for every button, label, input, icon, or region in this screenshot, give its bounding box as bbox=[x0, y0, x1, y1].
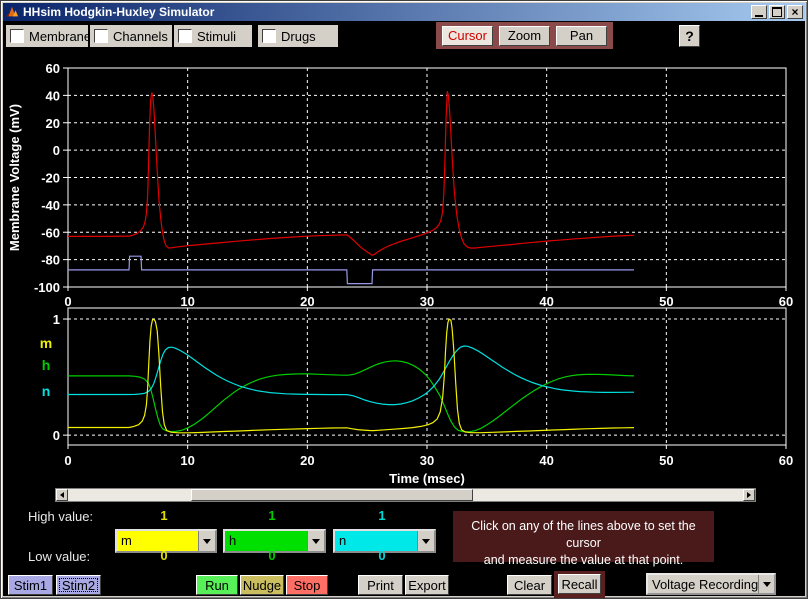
cursor-help-line2: and measure the value at that point. bbox=[453, 552, 714, 569]
app-icon[interactable] bbox=[5, 5, 19, 19]
scroll-left-button[interactable] bbox=[56, 489, 68, 501]
print-button[interactable]: Print bbox=[358, 575, 403, 595]
channels-checkbox[interactable] bbox=[94, 29, 108, 43]
time-scrollbar[interactable] bbox=[55, 488, 756, 502]
trace1-high-value: 1 bbox=[115, 508, 213, 523]
stop-button[interactable]: Stop bbox=[286, 575, 328, 595]
scroll-right-button[interactable] bbox=[743, 489, 755, 501]
low-value-label: Low value: bbox=[28, 549, 90, 564]
maximize-button[interactable] bbox=[769, 5, 785, 19]
left-arrow-icon bbox=[57, 492, 64, 498]
stimuli-toggle[interactable]: Stimuli bbox=[174, 25, 252, 47]
chevron-down-icon bbox=[422, 539, 430, 548]
recall-button[interactable]: Recall bbox=[558, 574, 601, 594]
minimize-icon bbox=[755, 15, 763, 17]
clear-button[interactable]: Clear bbox=[507, 575, 552, 595]
window-title: HHsim Hodgkin-Huxley Simulator bbox=[23, 5, 749, 19]
stimuli-checkbox[interactable] bbox=[178, 29, 192, 43]
trace1-low-value: 0 bbox=[115, 548, 213, 563]
stim1-button[interactable]: Stim1 bbox=[8, 575, 53, 595]
recording-select-value: Voltage Recording bbox=[648, 575, 758, 593]
membrane-label: Membrane bbox=[29, 29, 91, 44]
chevron-down-icon bbox=[203, 539, 211, 548]
chevron-down-icon bbox=[763, 582, 771, 591]
nudge-button[interactable]: Nudge bbox=[240, 575, 284, 595]
close-icon: × bbox=[791, 7, 798, 17]
trace2-high-value: 1 bbox=[223, 508, 321, 523]
right-arrow-icon bbox=[747, 492, 754, 498]
help-button[interactable]: ? bbox=[679, 25, 700, 47]
pan-mode-button[interactable]: Pan bbox=[556, 26, 607, 46]
trace2-low-value: 0 bbox=[223, 548, 321, 563]
drugs-checkbox[interactable] bbox=[262, 29, 276, 43]
minimize-button[interactable] bbox=[751, 5, 767, 19]
trace3-low-value: 0 bbox=[333, 548, 431, 563]
matlab-logo-icon bbox=[5, 5, 19, 19]
export-button[interactable]: Export bbox=[405, 575, 449, 595]
close-button[interactable]: × bbox=[787, 5, 803, 19]
stim2-button[interactable]: Stim2 bbox=[56, 575, 101, 595]
trace3-high-value: 1 bbox=[333, 508, 431, 523]
mode-panel: Cursor Zoom Pan bbox=[436, 22, 613, 49]
channels-label: Channels bbox=[113, 29, 168, 44]
application-window: { "window": { "title": "HHsim Hodgkin-Hu… bbox=[0, 0, 808, 599]
cursor-help-box: Click on any of the lines above to set t… bbox=[453, 511, 714, 562]
recording-select[interactable]: Voltage Recording bbox=[646, 573, 776, 595]
zoom-mode-button[interactable]: Zoom bbox=[499, 26, 550, 46]
recall-frame: Recall bbox=[554, 571, 605, 598]
membrane-checkbox[interactable] bbox=[10, 29, 24, 43]
recording-select-arrow[interactable] bbox=[758, 575, 774, 593]
chevron-down-icon bbox=[312, 539, 320, 548]
drugs-toggle[interactable]: Drugs bbox=[258, 25, 338, 47]
run-button[interactable]: Run bbox=[196, 575, 238, 595]
title-bar: HHsim Hodgkin-Huxley Simulator × bbox=[3, 3, 805, 21]
high-value-label: High value: bbox=[28, 509, 93, 524]
maximize-icon bbox=[772, 7, 782, 17]
stimuli-label: Stimuli bbox=[197, 29, 236, 44]
drugs-label: Drugs bbox=[281, 29, 316, 44]
cursor-mode-button[interactable]: Cursor bbox=[442, 26, 493, 46]
channels-toggle[interactable]: Channels bbox=[90, 25, 172, 47]
scrollbar-thumb[interactable] bbox=[191, 489, 473, 501]
membrane-toggle[interactable]: Membrane bbox=[6, 25, 88, 47]
cursor-help-line1: Click on any of the lines above to set t… bbox=[453, 518, 714, 552]
